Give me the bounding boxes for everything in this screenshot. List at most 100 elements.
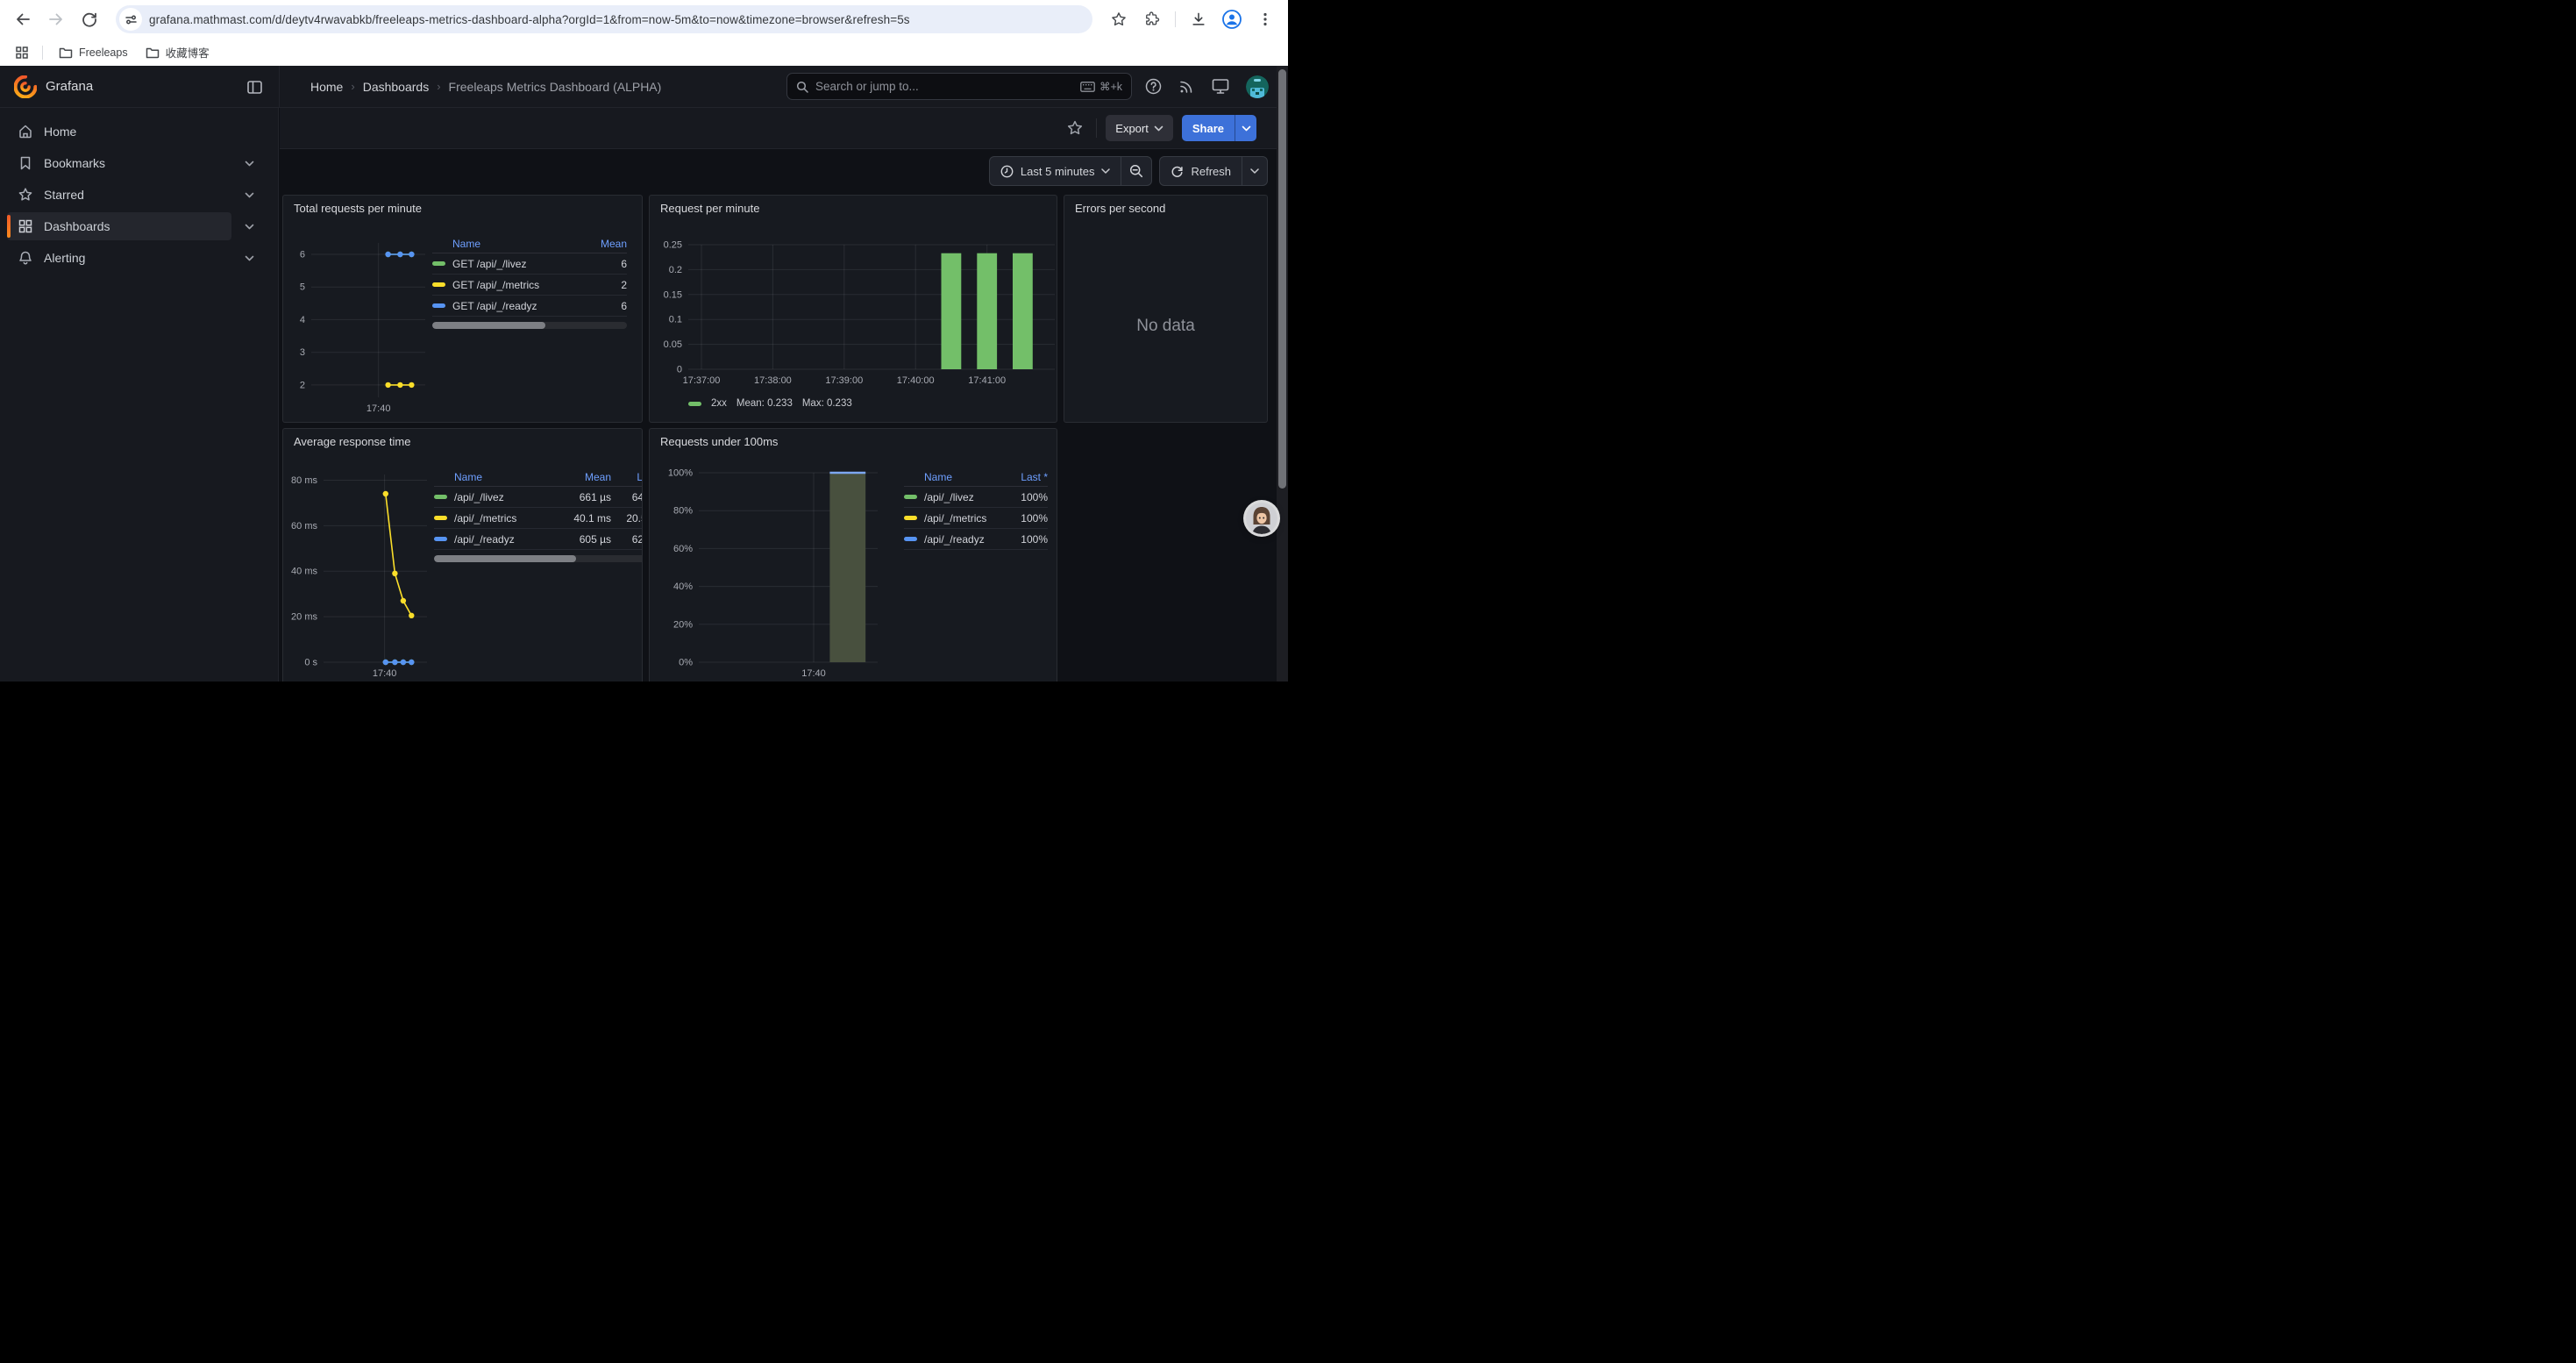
refresh-button[interactable]: Refresh — [1160, 157, 1242, 185]
bookmark-star-button[interactable] — [1105, 5, 1133, 33]
brand-name[interactable]: Grafana — [46, 79, 93, 94]
search-input[interactable]: Search or jump to... ⌘+k — [786, 73, 1132, 100]
legend-column-header[interactable]: Last * — [611, 471, 643, 483]
news-button[interactable] — [1178, 78, 1195, 95]
panel-title[interactable]: Errors per second — [1075, 202, 1165, 215]
sidebar-row-home: Home — [0, 117, 278, 146]
legend-series-name[interactable]: GET /api/_/metrics — [432, 279, 585, 291]
scrollbar-thumb[interactable] — [1278, 69, 1286, 489]
request-per-minute-chart[interactable]: 0.250.20.150.10.05017:37:0017:38:0017:39… — [650, 196, 1057, 423]
svg-text:0%: 0% — [679, 658, 693, 668]
sidebar-row-dashboards: Dashboards — [0, 211, 278, 241]
export-button[interactable]: Export — [1106, 115, 1173, 141]
svg-text:17:40: 17:40 — [801, 668, 826, 679]
legend-series-name[interactable]: /api/_/livez — [904, 491, 997, 503]
legend-series-name[interactable]: /api/_/metrics — [434, 512, 546, 525]
legend-value: 6 — [585, 258, 627, 270]
sidebar-item-bookmarks[interactable]: Bookmarks — [7, 149, 231, 177]
user-avatar-icon — [1246, 75, 1269, 98]
legend-hscrollbar[interactable] — [432, 322, 627, 329]
sidebar-item-label: Starred — [44, 188, 84, 202]
refresh-group: Refresh — [1159, 156, 1268, 186]
apps-grid-button[interactable] — [11, 41, 33, 64]
legend-column-header[interactable]: Last * — [997, 471, 1048, 483]
legend-value: 620 µs — [611, 533, 643, 546]
sidebar-item-home[interactable]: Home — [7, 118, 231, 146]
sidebar-expand-bookmarks[interactable] — [241, 155, 257, 171]
zoom-out-time-button[interactable] — [1121, 157, 1151, 185]
floating-assistant-avatar[interactable] — [1246, 503, 1277, 534]
favorite-dashboard-button[interactable] — [1063, 116, 1087, 140]
dashboards-icon — [18, 218, 33, 234]
sidebar-item-dashboards[interactable]: Dashboards — [7, 212, 231, 240]
legend-series-name[interactable]: /api/_/readyz — [904, 533, 997, 546]
dock-sidebar-icon — [247, 81, 262, 94]
time-range-picker[interactable]: Last 5 minutes — [990, 157, 1121, 185]
site-settings-icon[interactable] — [119, 8, 142, 31]
legend-series-name[interactable]: GET /api/_/livez — [432, 258, 585, 270]
forward-button[interactable] — [42, 5, 70, 33]
page-scrollbar[interactable] — [1277, 66, 1288, 682]
legend-hscrollbar-thumb[interactable] — [432, 322, 545, 329]
legend-series-name[interactable]: /api/_/readyz — [434, 533, 546, 546]
sidebar-expand-alerting[interactable] — [241, 250, 257, 266]
url-bar[interactable]: grafana.mathmast.com/d/deytv4rwavabkb/fr… — [116, 5, 1092, 33]
legend-series-name[interactable]: /api/_/metrics — [904, 512, 997, 525]
legend-hscrollbar[interactable] — [434, 555, 643, 562]
svg-text:17:40:00: 17:40:00 — [897, 375, 935, 386]
browser-menu-button[interactable] — [1251, 5, 1279, 33]
svg-text:17:39:00: 17:39:00 — [825, 375, 863, 386]
series-color-pill — [904, 495, 917, 499]
svg-text:60%: 60% — [673, 544, 693, 554]
legend-table: NameLast */api/_/livez100%/api/_/metrics… — [904, 467, 1048, 550]
svg-text:17:37:00: 17:37:00 — [683, 375, 721, 386]
svg-text:80 ms: 80 ms — [291, 475, 317, 486]
zoom-out-icon — [1129, 164, 1143, 178]
sidebar-expand-dashboards[interactable] — [241, 218, 257, 234]
legend-series-name[interactable]: 2xx — [711, 398, 727, 409]
reload-button[interactable] — [75, 5, 103, 33]
legend-series-name[interactable]: GET /api/_/readyz — [432, 300, 585, 312]
svg-text:5: 5 — [300, 282, 305, 293]
profile-button[interactable] — [1218, 5, 1246, 33]
kiosk-mode-button[interactable] — [1212, 78, 1229, 95]
dashboard-canvas: Last 5 minutes Refresh — [280, 150, 1277, 682]
legend-column-header[interactable]: Mean — [546, 471, 611, 483]
legend-row: /api/_/livez100% — [904, 487, 1048, 508]
bookmark-blog-favorites[interactable]: 收藏博客 — [139, 41, 217, 63]
breadcrumb-home[interactable]: Home — [310, 80, 343, 94]
chevron-down-icon — [1101, 168, 1110, 174]
downloads-button[interactable] — [1185, 5, 1213, 33]
share-menu-button[interactable] — [1235, 115, 1256, 141]
legend-column-header[interactable]: Name — [432, 238, 585, 250]
legend-hscrollbar-thumb[interactable] — [434, 555, 576, 562]
back-button[interactable] — [9, 5, 37, 33]
sidebar-item-alerting[interactable]: Alerting — [7, 244, 231, 272]
toggle-sidebar-button[interactable] — [240, 73, 268, 101]
refresh-interval-button[interactable] — [1242, 157, 1267, 185]
user-avatar[interactable] — [1246, 75, 1269, 98]
sidebar-row-alerting: Alerting — [0, 243, 278, 273]
legend-value: 100% — [997, 491, 1048, 503]
series-color-pill — [434, 516, 447, 520]
legend-value: 100% — [997, 512, 1048, 525]
sidebar-expand-starred[interactable] — [241, 187, 257, 203]
share-button[interactable]: Share — [1182, 115, 1235, 141]
topnav-icons — [1145, 66, 1269, 107]
help-button[interactable] — [1145, 78, 1162, 95]
chevron-down-icon — [245, 255, 254, 261]
legend-column-header[interactable]: Name — [904, 471, 997, 483]
legend-series-name[interactable]: /api/_/livez — [434, 491, 546, 503]
actions-divider — [1096, 118, 1097, 138]
legend-column-header[interactable]: Name — [434, 471, 546, 483]
grafana-logo[interactable] — [14, 75, 37, 98]
bookmark-freeleaps[interactable]: Freeleaps — [52, 44, 135, 61]
breadcrumb-dashboards[interactable]: Dashboards — [363, 80, 430, 94]
panel-average-response-time: Average response time 80 ms60 ms40 ms20 … — [282, 428, 643, 682]
extensions-button[interactable] — [1138, 5, 1166, 33]
sidebar-item-label: Dashboards — [44, 219, 110, 233]
svg-text:0.1: 0.1 — [669, 315, 682, 325]
series-color-pill — [904, 516, 917, 520]
sidebar-item-starred[interactable]: Starred — [7, 181, 231, 209]
legend-column-header[interactable]: Mean — [585, 238, 627, 250]
